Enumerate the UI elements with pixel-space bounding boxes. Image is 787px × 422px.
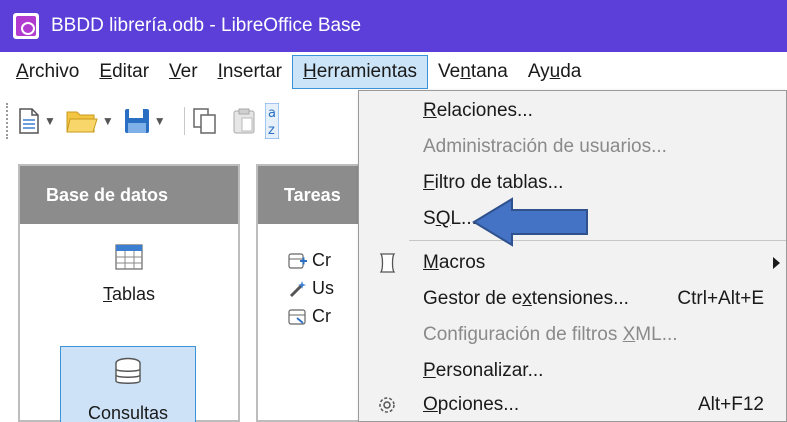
open-button[interactable]: ▼ (66, 103, 120, 139)
menu-ventana[interactable]: Ventana (428, 55, 518, 89)
chevron-down-icon[interactable]: ▼ (44, 114, 56, 128)
libreoffice-base-icon (13, 13, 39, 39)
menu-item-gestor-extensiones[interactable]: Gestor de extensiones... Ctrl+Alt+E (359, 283, 786, 315)
task-item[interactable]: Cr (288, 250, 331, 271)
copy-button[interactable] (192, 103, 217, 139)
svg-text:z: z (268, 123, 275, 138)
submenu-arrow-icon (773, 257, 780, 269)
nav-consultas[interactable]: Consultas (60, 346, 196, 422)
menu-item-macros[interactable]: Macros (359, 247, 786, 279)
herramientas-menu: Relaciones... Administración de usuarios… (358, 90, 787, 422)
paste-icon (233, 108, 255, 134)
menu-ver[interactable]: Ver (159, 55, 208, 89)
save-icon (124, 109, 149, 133)
copy-icon (192, 108, 216, 134)
menu-archivo[interactable]: Archivo (0, 55, 89, 89)
nav-tablas-label: Tablas (102, 284, 156, 304)
tasks-panel-header: Tareas (258, 166, 374, 224)
toolbar-separator (183, 107, 185, 135)
folder-open-icon (66, 111, 98, 133)
menu-item-administracion-usuarios: Administración de usuarios... (423, 136, 667, 157)
menu-insertar[interactable]: Insertar (208, 55, 292, 89)
menu-item-filtro-tablas[interactable]: Filtro de tablas... (359, 167, 786, 199)
annotation-arrow-icon (472, 197, 588, 247)
nav-consultas-label: Consultas (87, 403, 169, 422)
menu-item-personalizar[interactable]: Personalizar... (359, 355, 786, 387)
database-query-icon (115, 357, 141, 384)
menu-separator (409, 240, 786, 241)
new-document-icon (19, 108, 39, 134)
sort-button[interactable]: a z (264, 103, 279, 139)
task-item[interactable]: Cr (288, 306, 331, 327)
database-panel-header: Base de datos (20, 166, 238, 224)
shortcut-label: Ctrl+Alt+E (677, 288, 764, 309)
svg-text:a: a (268, 106, 276, 121)
menu-ayuda[interactable]: Ayuda (518, 55, 592, 89)
macro-scroll-icon (379, 253, 396, 273)
toolbar-grip[interactable] (6, 103, 10, 139)
window-title: BBDD librería.odb - LibreOffice Base (51, 15, 362, 36)
create-query-icon (288, 252, 307, 269)
sort-icon: a z (264, 103, 279, 139)
menu-editar[interactable]: Editar (89, 55, 159, 89)
shortcut-label: Alt+F12 (697, 394, 764, 415)
nav-tablas[interactable]: Tablas (20, 244, 238, 334)
table-icon (115, 244, 143, 270)
database-panel: Base de datos Tablas Consultas (18, 164, 240, 422)
save-button[interactable]: ▼ (124, 103, 172, 139)
paste-button[interactable] (233, 103, 255, 139)
menu-herramientas[interactable]: Herramientas (291, 55, 429, 89)
chevron-down-icon[interactable]: ▼ (154, 114, 166, 128)
chevron-down-icon[interactable]: ▼ (102, 114, 114, 128)
menu-item-configuracion-filtros-xml: Configuración de filtros XML... (423, 324, 678, 345)
title-bar: BBDD librería.odb - LibreOffice Base (0, 0, 787, 52)
menu-item-relaciones[interactable]: Relaciones... (359, 95, 786, 127)
task-item[interactable]: Us (288, 278, 334, 299)
menu-item-opciones[interactable]: Opciones... Alt+F12 (359, 389, 786, 421)
wizard-wand-icon (289, 280, 306, 297)
create-view-icon (288, 308, 306, 325)
gear-icon (379, 397, 395, 413)
new-document-button[interactable]: ▼ (18, 103, 62, 139)
menu-bar: Archivo Editar Ver Insertar Herramientas… (0, 52, 787, 92)
